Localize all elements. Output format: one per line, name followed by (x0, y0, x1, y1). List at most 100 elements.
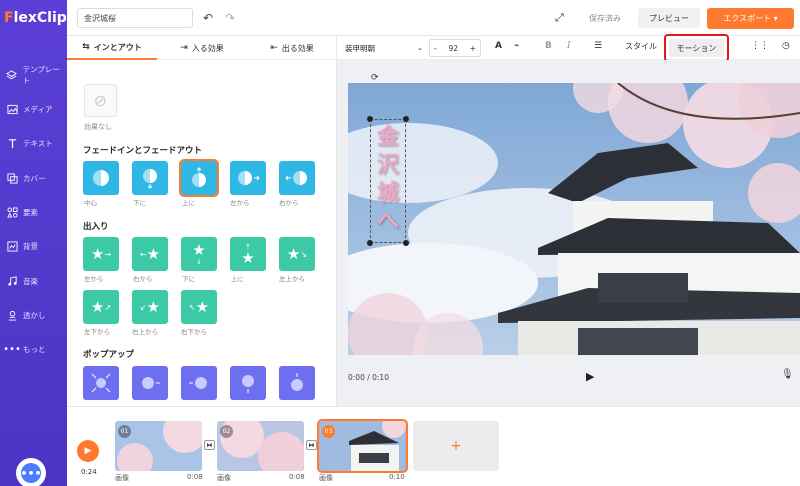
timeline-clip[interactable]: 03 (317, 419, 408, 473)
fade-center-tile[interactable] (83, 161, 119, 195)
tile-label: 右から (133, 275, 153, 283)
sidebar-item-media[interactable]: メディア (6, 98, 66, 120)
text-color-icon[interactable]: A (495, 41, 502, 51)
canvas-image[interactable]: 金沢城へ (348, 83, 800, 355)
slide-from-right-tile[interactable]: ← ★ (132, 237, 168, 271)
grid-icon[interactable]: ⋮⋮ (751, 41, 769, 51)
clip-number: 03 (322, 425, 335, 438)
resize-handle[interactable] (367, 116, 373, 122)
fade-from-left-tile[interactable] (230, 161, 266, 195)
add-clip-button[interactable]: + (413, 421, 499, 471)
star-icon: ★ (192, 240, 206, 259)
tile-label: 左から (84, 275, 104, 283)
font-family-select[interactable]: 装甲明朝 ⌄ (345, 41, 423, 55)
sidebar-item-templates[interactable]: テンプレート (6, 64, 66, 86)
highlight-color-icon[interactable]: ⌁ (514, 41, 519, 51)
undo-icon[interactable]: ↶ (203, 11, 213, 25)
popup-expand-tile[interactable] (83, 366, 119, 400)
arrow-icon: ↙ (139, 302, 147, 312)
clip-number: 02 (220, 425, 233, 438)
more-icon: ••• (3, 343, 21, 355)
redo-icon[interactable]: ↷ (225, 11, 235, 25)
clip-duration: 0:08 (187, 473, 203, 481)
slide-from-bottom-left-tile[interactable]: ★ ↗ (83, 290, 119, 324)
slide-from-bottom-right-tile[interactable]: ↖ ★ (181, 290, 217, 324)
slide-from-left-tile[interactable]: ★ → (83, 237, 119, 271)
arrow-icon: ↗ (104, 302, 112, 312)
sidebar-item-label: 音楽 (23, 276, 38, 286)
popup-down-tile[interactable] (230, 366, 266, 400)
export-button[interactable]: エクスポート ▾ (707, 8, 794, 29)
slide-down-tile[interactable]: ★ ↓ (181, 237, 217, 271)
tab-exit-effects[interactable]: ⇤ 出る効果 (247, 36, 337, 60)
timeline-play-button[interactable]: ▶ (77, 440, 99, 462)
microphone-icon[interactable]: 🎙︎ (781, 369, 794, 380)
no-effect-button[interactable]: ⊘ (84, 84, 117, 117)
preview-button[interactable]: プレビュー (638, 8, 700, 28)
increase-size-button[interactable]: + (470, 44, 476, 53)
sidebar-item-background[interactable]: 背景 (6, 235, 66, 257)
tile-label: 右から (279, 199, 299, 207)
sidebar-item-label: もっと (23, 344, 46, 354)
cover-icon (6, 172, 18, 184)
font-size-value[interactable]: 92 (448, 44, 458, 53)
popup-up-tile[interactable] (279, 366, 315, 400)
slide-from-top-right-tile[interactable]: ↙ ★ (132, 290, 168, 324)
sidebar-item-label: メディア (23, 104, 53, 114)
canvas-text-layer[interactable]: 金沢城へ (371, 123, 405, 235)
bold-icon[interactable]: B (545, 41, 552, 51)
flexclip-editor: FlexClip テンプレート メディア テキスト カバー 要素 背景 音楽 透… (0, 0, 800, 486)
layers-icon (6, 69, 18, 81)
decrease-size-button[interactable]: - (434, 44, 437, 53)
popup-left-tile[interactable] (181, 366, 217, 400)
arrow-icon: ↓ (196, 257, 202, 266)
style-button[interactable]: スタイル (625, 41, 657, 52)
fullscreen-icon[interactable]: ⤢ (555, 11, 564, 25)
tab-enter-effects[interactable]: ⇥ 入る効果 (157, 36, 247, 60)
fade-down-tile[interactable] (132, 161, 168, 195)
popup-right-tile[interactable] (132, 366, 168, 400)
align-icon[interactable]: ☰ (594, 41, 602, 51)
sidebar-item-watermark[interactable]: 透かし (6, 304, 66, 326)
text-format-toolbar: 装甲明朝 ⌄ - 92 + A ⌁ B I ☰ スタイル モーション ⋮⋮ ◷ (337, 34, 800, 62)
in-out-icon: ⇆ (82, 42, 90, 52)
transition-icon[interactable]: ⧓ (306, 440, 317, 450)
tile-label: 中心 (84, 199, 97, 207)
slide-up-tile[interactable]: ↑ ★ (230, 237, 266, 271)
clip-duration: 0:08 (289, 473, 305, 481)
timeline-clip[interactable]: 02 (217, 421, 304, 471)
sidebar-item-elements[interactable]: 要素 (6, 201, 66, 223)
sidebar-item-more[interactable]: ••• もっと (3, 338, 66, 360)
tile-label: 上に (182, 199, 195, 207)
tab-label: インとアウト (93, 42, 142, 52)
timeline-clip[interactable]: 01 (115, 421, 202, 471)
project-title-input[interactable] (77, 8, 193, 28)
arrow-icon: ↘ (300, 249, 308, 259)
clock-icon[interactable]: ◷ (782, 41, 790, 51)
italic-icon[interactable]: I (567, 41, 571, 51)
tile-label: 下に (133, 199, 146, 207)
fade-from-right-tile[interactable] (279, 161, 315, 195)
sidebar-item-cover[interactable]: カバー (6, 167, 66, 189)
tab-in-out[interactable]: ⇆ インとアウト (67, 36, 157, 60)
chat-support-button[interactable]: ••• (16, 458, 46, 486)
slide-from-top-left-tile[interactable]: ★ ↘ (279, 237, 315, 271)
clip-duration: 0:10 (389, 473, 405, 481)
play-icon[interactable]: ▶ (586, 370, 594, 383)
resize-handle[interactable] (367, 240, 373, 246)
sidebar-item-text[interactable]: テキスト (6, 132, 66, 154)
sidebar-item-label: 背景 (23, 241, 38, 251)
transition-icon[interactable]: ⧓ (204, 440, 215, 450)
tile-label: 左下から (84, 328, 110, 336)
resize-handle[interactable] (403, 240, 409, 246)
animation-panel: ⇆ インとアウト ⇥ 入る効果 ⇤ 出る効果 ⊘ 効果なし フェードインとフェードアウ… (67, 36, 337, 406)
star-icon: ★ (146, 244, 161, 263)
fade-up-tile[interactable] (179, 159, 219, 197)
tile-label: 下に (182, 275, 195, 283)
sidebar-item-label: テンプレート (22, 65, 60, 85)
rotate-icon[interactable]: ⟳ (371, 73, 379, 83)
font-size-stepper[interactable]: - 92 + (429, 39, 481, 57)
sidebar-item-music[interactable]: 音楽 (6, 270, 66, 292)
flexclip-logo: FlexClip (4, 10, 67, 26)
resize-handle[interactable] (403, 116, 409, 122)
